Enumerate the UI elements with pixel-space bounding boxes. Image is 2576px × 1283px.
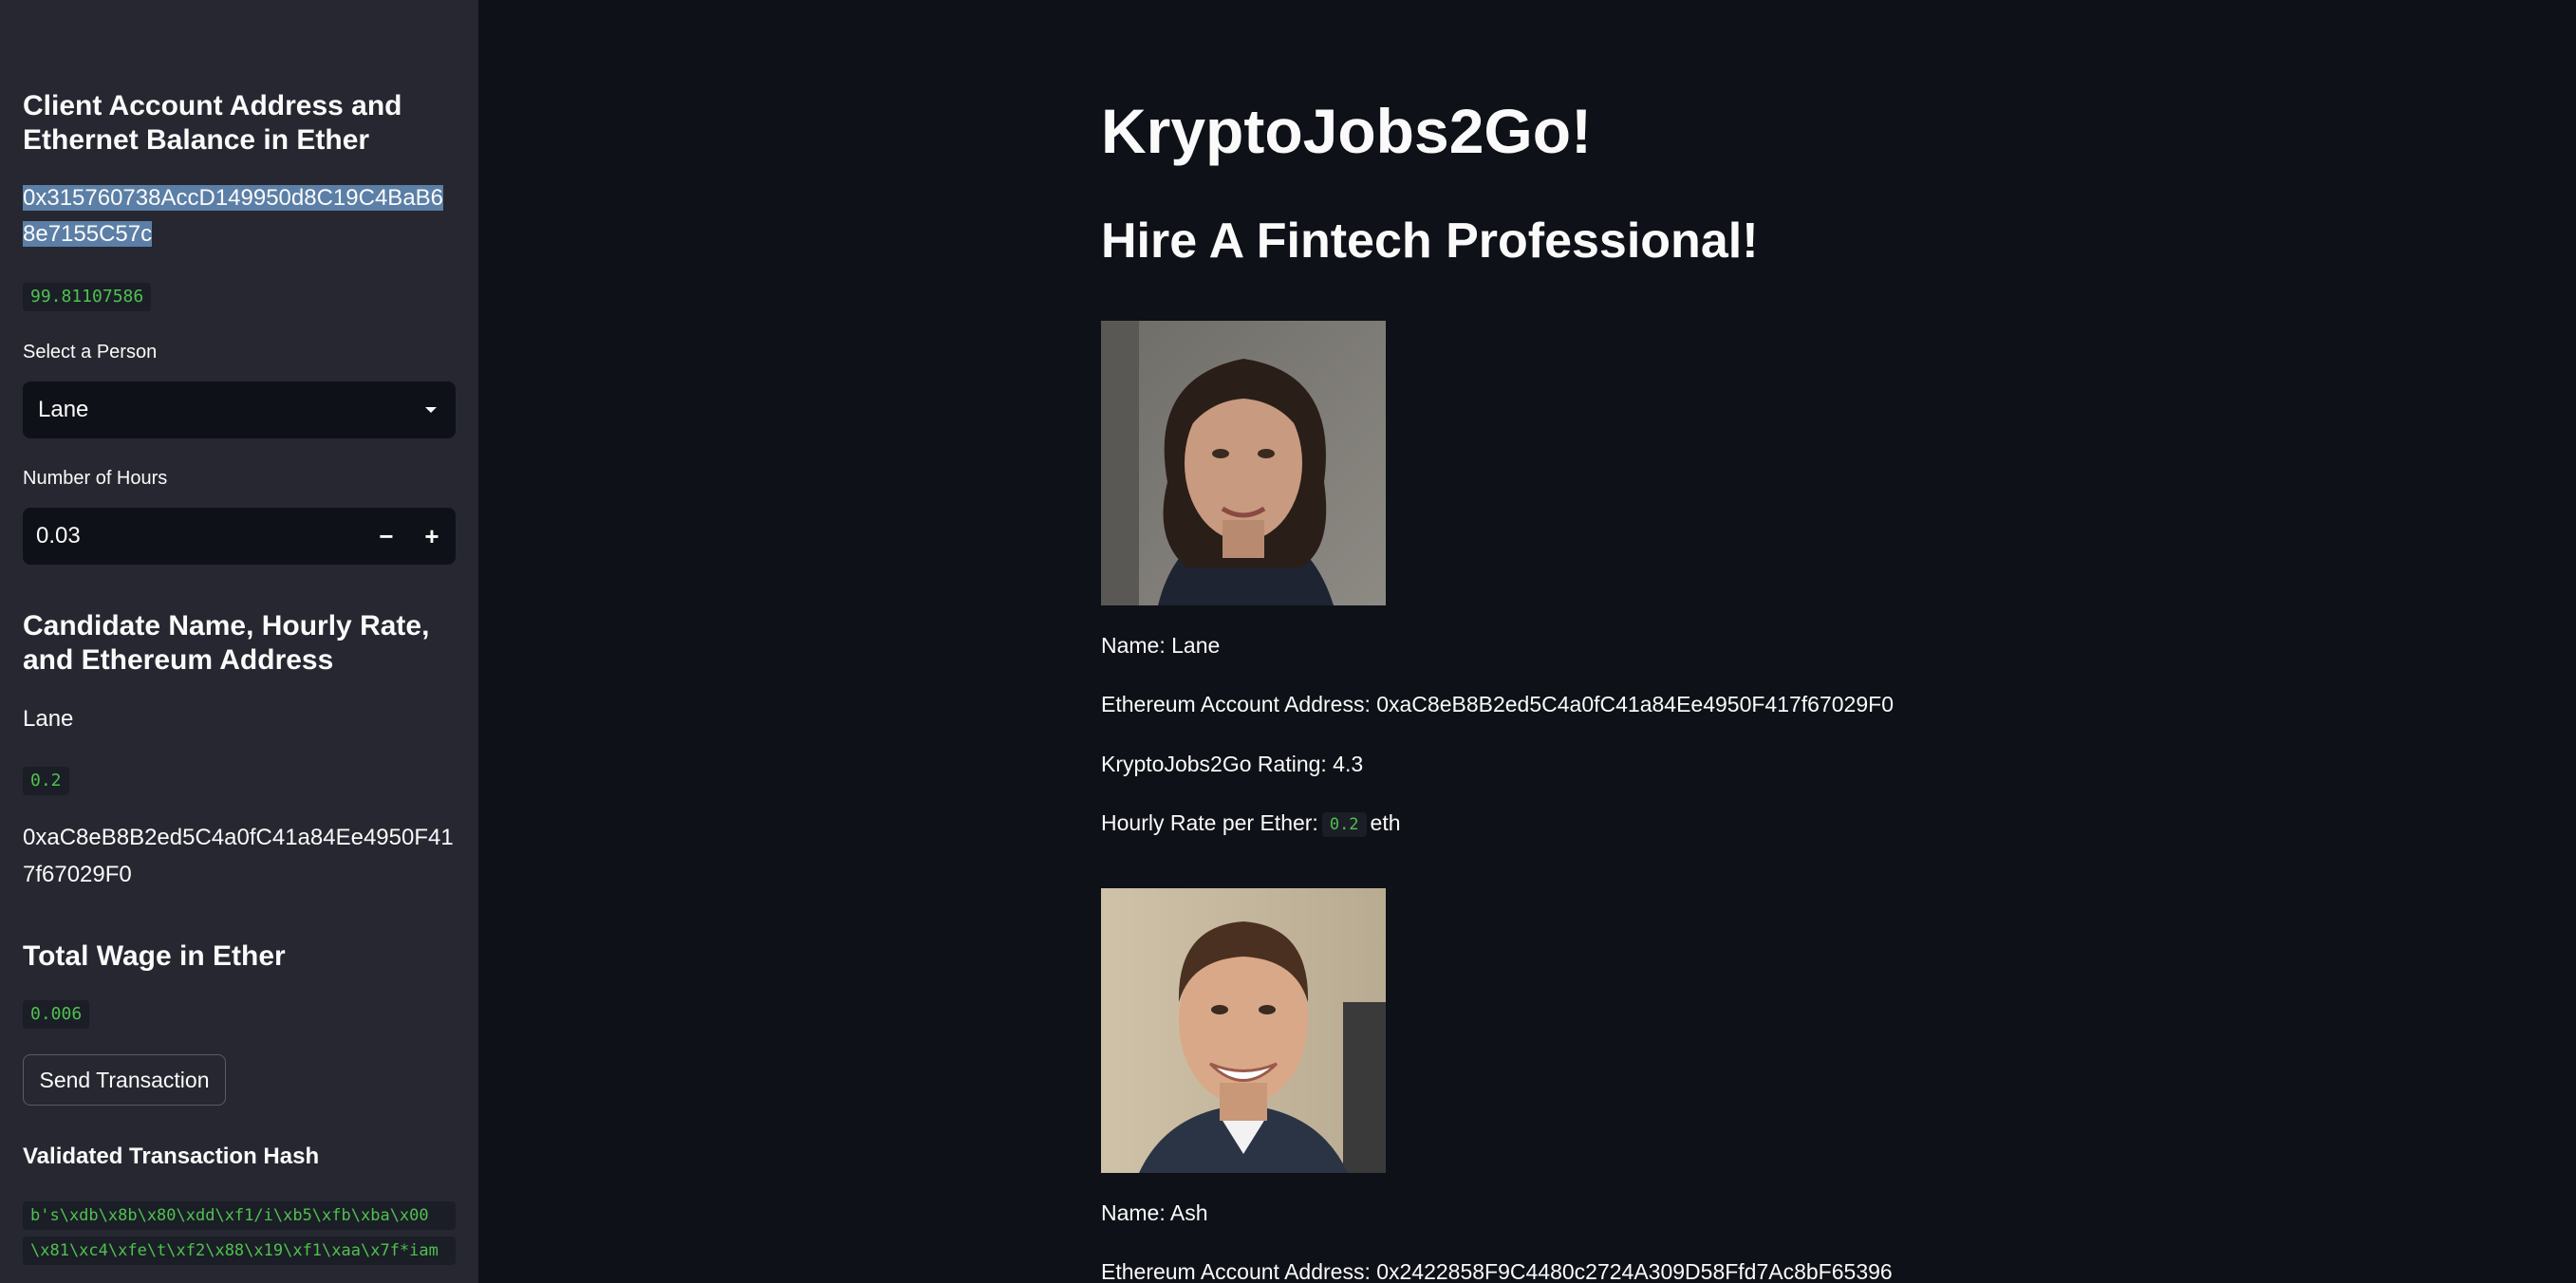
select-person-value: Lane xyxy=(38,397,89,422)
hours-label: Number of Hours xyxy=(23,468,168,489)
wage-heading: Total Wage in Ether xyxy=(23,940,286,972)
hash-line: b's\xdb\x8b\x80\xdd\xf1/i\xb5\xfb\xba\x0… xyxy=(23,1201,456,1230)
candidate-heading: Candidate Name, Hourly Rate, and Ethereu… xyxy=(23,610,430,676)
increment-button[interactable]: + xyxy=(410,513,454,559)
sidebar: Client Account Address and Ethernet Bala… xyxy=(0,0,478,1283)
hash-line: \x81\xc4\xfe\t\xf2\x88\x19\xf1\xaa\x7f*i… xyxy=(23,1237,456,1265)
send-transaction-button[interactable]: Send Transaction xyxy=(23,1054,226,1106)
candidate-rating: KryptoJobs2Go Rating: 4.3 xyxy=(1101,752,1364,776)
hours-input[interactable]: 0.03 xyxy=(36,523,81,549)
candidate-address: Ethereum Account Address: 0xaC8eB8B2ed5C… xyxy=(1101,692,1894,716)
chevron-down-icon[interactable] xyxy=(425,407,437,413)
page-title: KryptoJobs2Go! xyxy=(1101,96,1593,166)
candidate-name: Lane xyxy=(23,706,74,732)
hourly-rate-value: 0.2 xyxy=(1321,811,1367,837)
hours-stepper[interactable]: 0.03 − + xyxy=(23,508,456,565)
account-address-text[interactable]: 0x315760738AccD149950d8C19C4BaB68e7155C5… xyxy=(23,185,444,247)
hourly-rate-unit: eth xyxy=(1370,810,1401,835)
balance-value: 99.81107586 xyxy=(23,283,152,311)
candidate-photo xyxy=(1101,321,1386,605)
candidate-hourly-rate: Hourly Rate per Ether: 0.2 eth xyxy=(1101,808,1401,838)
candidate-address: 0xaC8eB8B2ed5C4a0fC41a84Ee4950F417f67029… xyxy=(23,825,454,887)
decrement-button[interactable]: − xyxy=(364,513,408,559)
page-subtitle: Hire A Fintech Professional! xyxy=(1101,214,1759,269)
account-heading: Client Account Address and Ethernet Bala… xyxy=(23,90,402,156)
main-content: KryptoJobs2Go! Hire A Fintech Profession… xyxy=(1101,0,2576,1283)
candidate-photo xyxy=(1101,888,1386,1173)
candidate-rate: 0.2 xyxy=(23,767,69,795)
select-person-label: Select a Person xyxy=(23,342,158,363)
candidate-name: Name: Lane xyxy=(1101,633,1221,658)
hourly-rate-label: Hourly Rate per Ether: xyxy=(1101,810,1318,835)
account-address[interactable]: 0x315760738AccD149950d8C19C4BaB68e7155C5… xyxy=(23,180,456,252)
wage-value: 0.006 xyxy=(23,1000,90,1029)
candidate-address: Ethereum Account Address: 0x2422858F9C44… xyxy=(1101,1259,1893,1283)
candidate-name: Name: Ash xyxy=(1101,1200,1208,1225)
hash-heading: Validated Transaction Hash xyxy=(23,1144,320,1169)
select-person-dropdown[interactable]: Lane xyxy=(23,381,456,438)
